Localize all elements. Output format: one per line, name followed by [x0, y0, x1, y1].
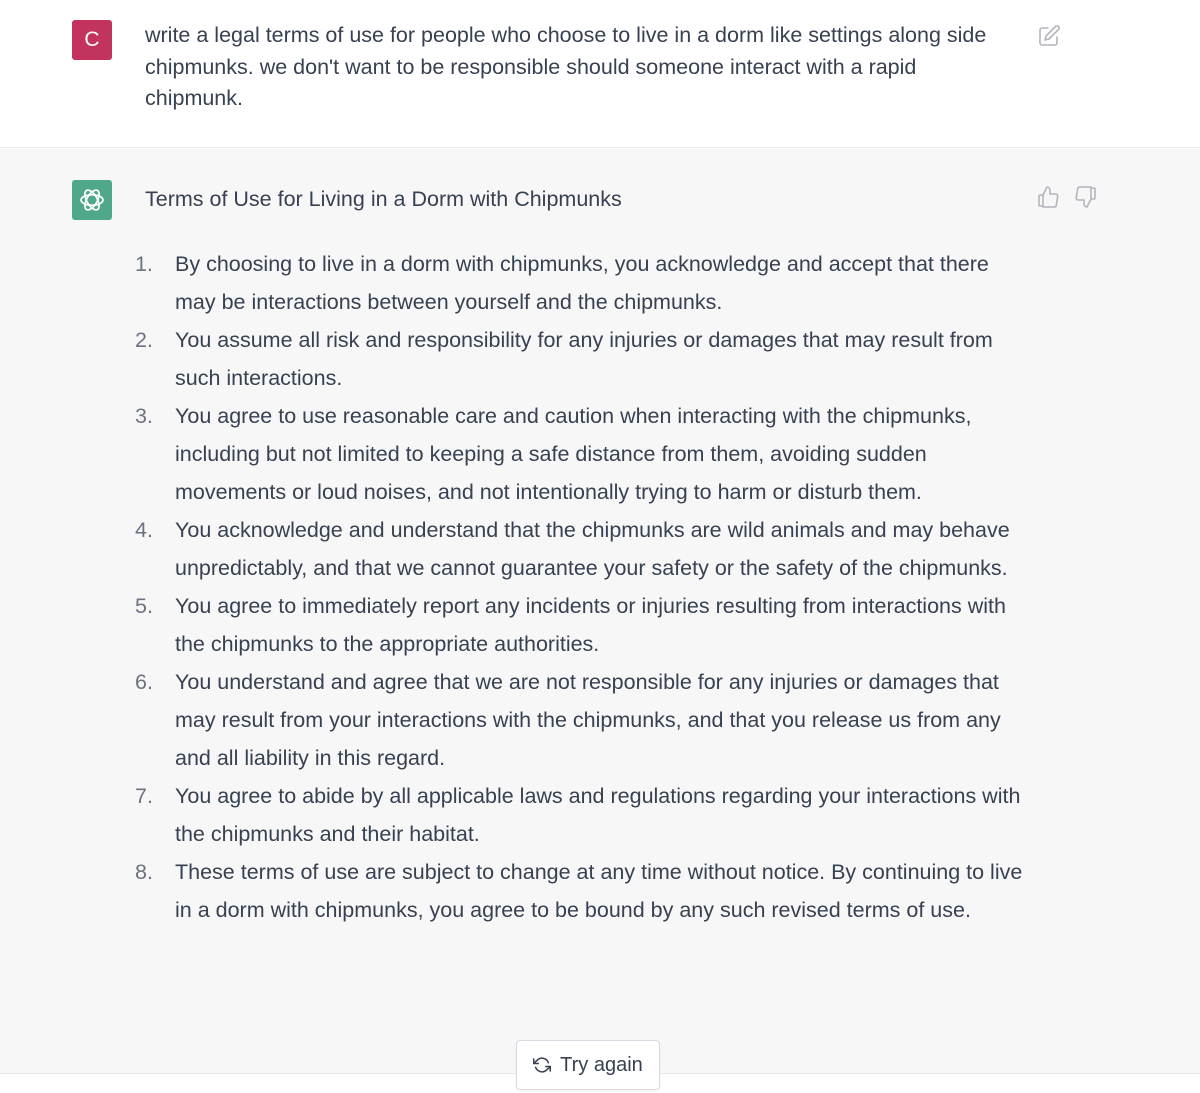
item-number: 5.	[135, 594, 153, 618]
refresh-icon	[533, 1057, 552, 1073]
item-text: By choosing to live in a dorm with chipm…	[175, 252, 989, 314]
list-item: 5. You agree to immediately report any in…	[135, 587, 1025, 663]
list-item: 1. By choosing to live in a dorm with chi…	[135, 245, 1025, 321]
user-message: C write a legal terms of use for people …	[0, 0, 1200, 148]
try-again-label: Try again	[560, 1053, 643, 1076]
item-text: You agree to immediately report any inci…	[175, 594, 1006, 656]
item-number: 8.	[135, 860, 153, 884]
list-item: 8. These terms of use are subject to chan…	[135, 853, 1025, 929]
list-item: 7. You agree to abide by all applicable l…	[135, 777, 1025, 853]
thumbs-up-icon[interactable]	[1036, 185, 1060, 209]
item-text: You acknowledge and understand that the …	[175, 518, 1010, 580]
item-text: You assume all risk and responsibility f…	[175, 328, 993, 390]
user-avatar: C	[72, 20, 112, 60]
terms-list: 1. By choosing to live in a dorm with chi…	[135, 245, 1025, 929]
item-number: 2.	[135, 328, 153, 352]
response-title: Terms of Use for Living in a Dorm with C…	[145, 187, 622, 211]
item-number: 6.	[135, 670, 153, 694]
item-text: You agree to abide by all applicable law…	[175, 784, 1021, 846]
list-item: 2. You assume all risk and responsibility…	[135, 321, 1025, 397]
assistant-message: Terms of Use for Living in a Dorm with C…	[0, 149, 1200, 1074]
item-number: 3.	[135, 404, 153, 428]
item-number: 1.	[135, 252, 153, 276]
list-item: 4. You acknowledge and understand that th…	[135, 511, 1025, 587]
item-number: 7.	[135, 784, 153, 808]
openai-logo-icon	[72, 180, 112, 220]
item-text: These terms of use are subject to change…	[175, 860, 1023, 922]
user-message-text: write a legal terms of use for people wh…	[145, 23, 987, 110]
item-number: 4.	[135, 518, 153, 542]
item-text: You agree to use reasonable care and cau…	[175, 404, 972, 504]
list-item: 6. You understand and agree that we are n…	[135, 663, 1025, 777]
try-again-button[interactable]: Try again	[516, 1040, 660, 1090]
item-text: You understand and agree that we are not…	[175, 670, 1001, 770]
edit-icon[interactable]	[1037, 24, 1061, 48]
thumbs-down-icon[interactable]	[1074, 185, 1098, 209]
list-item: 3. You agree to use reasonable care and c…	[135, 397, 1025, 511]
